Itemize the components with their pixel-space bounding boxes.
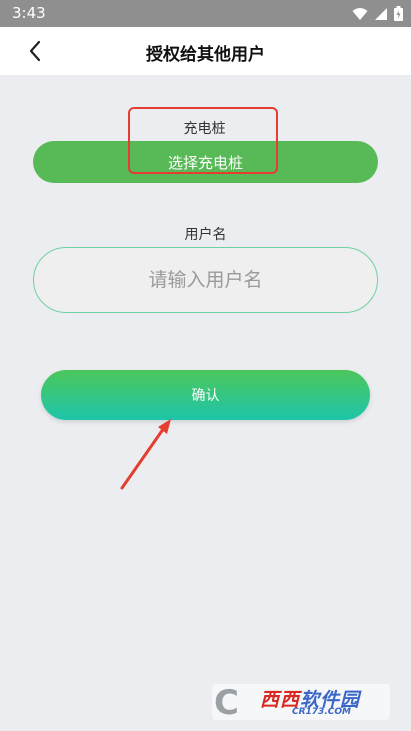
page-title: 授权给其他用户: [146, 45, 265, 65]
wifi-icon: [352, 7, 368, 20]
watermark-sub-text: CR173.COM: [292, 707, 351, 717]
status-time: 3:43: [12, 4, 46, 22]
username-label: 用户名: [184, 227, 227, 243]
select-charging-station-button[interactable]: 选择充电桩: [33, 141, 378, 183]
watermark-logo-letter: C: [214, 683, 239, 723]
status-icons: [352, 6, 403, 21]
header-bar: 授权给其他用户: [0, 27, 411, 75]
charging-station-label: 充电桩: [183, 121, 226, 137]
confirm-button[interactable]: 确认: [41, 370, 370, 420]
watermark-logo: C 西西软件园 CR173.COM: [212, 683, 390, 723]
signal-icon: [375, 7, 387, 20]
status-bar: 3:43: [0, 0, 411, 27]
username-input[interactable]: [33, 247, 378, 313]
annotation-arrow-icon: [120, 419, 171, 490]
battery-icon: [394, 6, 403, 21]
